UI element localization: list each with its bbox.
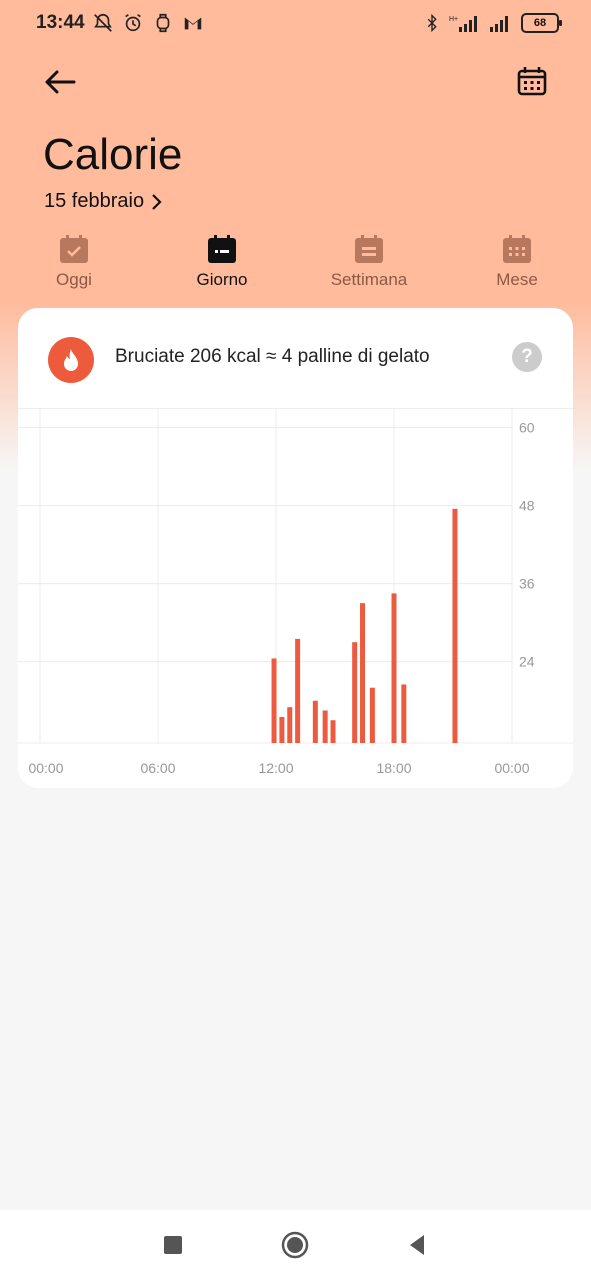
- calendar-icon: [517, 67, 547, 96]
- page-title: Calorie: [43, 130, 183, 179]
- chart-bar: [322, 710, 328, 743]
- chart-bar: [330, 720, 336, 743]
- calories-summary: Bruciate 206 kcal ≈ 4 palline di gelato: [115, 346, 430, 367]
- help-button[interactable]: ?: [512, 342, 542, 372]
- status-bar: 13:44 H+ 68: [0, 0, 591, 46]
- chart-bar: [312, 700, 318, 743]
- signal-hplus-icon: H+: [449, 16, 477, 32]
- chart-bar: [369, 687, 375, 743]
- x-tick-label: 12:00: [258, 760, 293, 776]
- back-nav-button[interactable]: [402, 1230, 432, 1260]
- x-tick-label: 18:00: [376, 760, 411, 776]
- chevron-right-icon: [152, 193, 162, 210]
- period-tabs: Oggi Giorno Settimana Mese: [0, 228, 591, 298]
- alarm-icon: [125, 14, 141, 32]
- calendar-day-icon: [208, 235, 236, 263]
- date-label: 15 febbraio: [44, 190, 145, 212]
- date-selector[interactable]: 15 febbraio: [44, 190, 162, 213]
- chart-bar: [271, 658, 277, 743]
- calendar-week-icon: [355, 235, 383, 263]
- gmail-icon: [184, 17, 202, 30]
- card-header: Bruciate 206 kcal ≈ 4 palline di gelato …: [18, 308, 573, 409]
- calories-bar-chart: 60 48 36 24 00:00 06:00 12:00 18:00 00:00: [18, 408, 573, 776]
- back-button[interactable]: [40, 62, 80, 102]
- x-tick-label: 00:00: [494, 760, 529, 776]
- chart-bar: [279, 716, 285, 743]
- calendar-check-icon: [60, 235, 88, 263]
- calendar-button[interactable]: [512, 62, 552, 102]
- calories-card: Bruciate 206 kcal ≈ 4 palline di gelato …: [18, 308, 573, 788]
- tab-label: Giorno: [196, 270, 248, 289]
- tab-label: Mese: [496, 270, 538, 289]
- status-time: 13:44: [36, 12, 85, 33]
- bell-off-icon: [94, 13, 112, 32]
- tab-giorno[interactable]: Giorno: [162, 228, 282, 290]
- y-tick-label: 60: [519, 420, 535, 436]
- system-nav-bar: [0, 1210, 591, 1280]
- flame-icon: [48, 337, 94, 383]
- signal-icon: [490, 16, 508, 32]
- calendar-month-icon: [503, 235, 531, 263]
- tab-label: Oggi: [56, 270, 92, 289]
- chart-bar: [360, 603, 366, 743]
- x-tick-label: 00:00: [28, 760, 63, 776]
- tab-mese[interactable]: Mese: [457, 228, 577, 290]
- chart-bar: [287, 707, 293, 743]
- y-tick-label: 48: [519, 498, 535, 514]
- chart-bar: [452, 508, 458, 743]
- chart-bar: [295, 638, 301, 743]
- recent-apps-button[interactable]: [158, 1230, 188, 1260]
- tab-settimana[interactable]: Settimana: [309, 228, 429, 290]
- chart-bar: [352, 642, 358, 743]
- arrow-left-icon: [45, 70, 76, 94]
- tab-label: Settimana: [330, 270, 408, 289]
- calories-chart: 60 48 36 24 00:00 06:00 12:00 18:00 00:00: [18, 408, 573, 788]
- y-tick-label: 36: [519, 576, 535, 592]
- bluetooth-icon: [427, 13, 437, 33]
- chart-bar: [391, 593, 397, 743]
- svg-text:H+: H+: [449, 16, 458, 23]
- y-tick-label: 24: [519, 654, 535, 670]
- tab-oggi[interactable]: Oggi: [14, 228, 134, 290]
- x-tick-label: 06:00: [140, 760, 175, 776]
- battery-indicator: 68: [521, 13, 562, 33]
- chart-bar: [401, 684, 407, 743]
- watch-icon: [156, 13, 170, 33]
- home-button[interactable]: [280, 1230, 310, 1260]
